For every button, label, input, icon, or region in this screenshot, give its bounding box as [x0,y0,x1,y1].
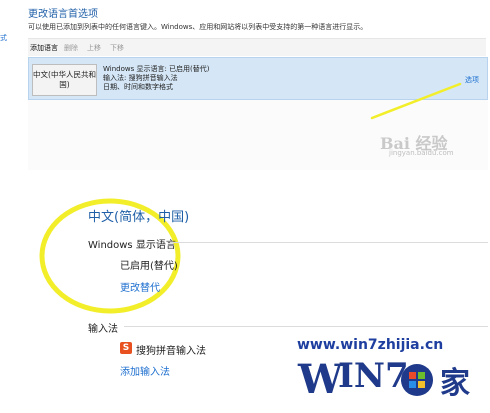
display-language-status: 已启用(替代) [120,261,178,272]
change-override-link[interactable]: 更改替代 [120,279,160,294]
language-heading: 中文(简体，中国) [88,210,190,225]
section-divider [170,242,488,243]
display-language-section-title: Windows 显示语言 [88,240,176,251]
sogou-ime-icon: S [120,342,132,354]
input-method-section-title: 输入法 [88,324,118,335]
win7-logo-home-char: 家 [440,366,470,401]
win7-logo-letter: W [298,356,343,403]
site-url-watermark: www.win7zhijia.cn [297,337,444,353]
annotation-arrow-line [370,82,462,120]
baidu-watermark-url: jingyan.baidu.com [389,149,454,157]
input-method-item[interactable]: 搜狗拼音输入法 [136,342,206,357]
windows-flag-icon [401,364,433,396]
add-input-method-link[interactable]: 添加输入法 [120,363,170,378]
section-divider [124,326,488,327]
